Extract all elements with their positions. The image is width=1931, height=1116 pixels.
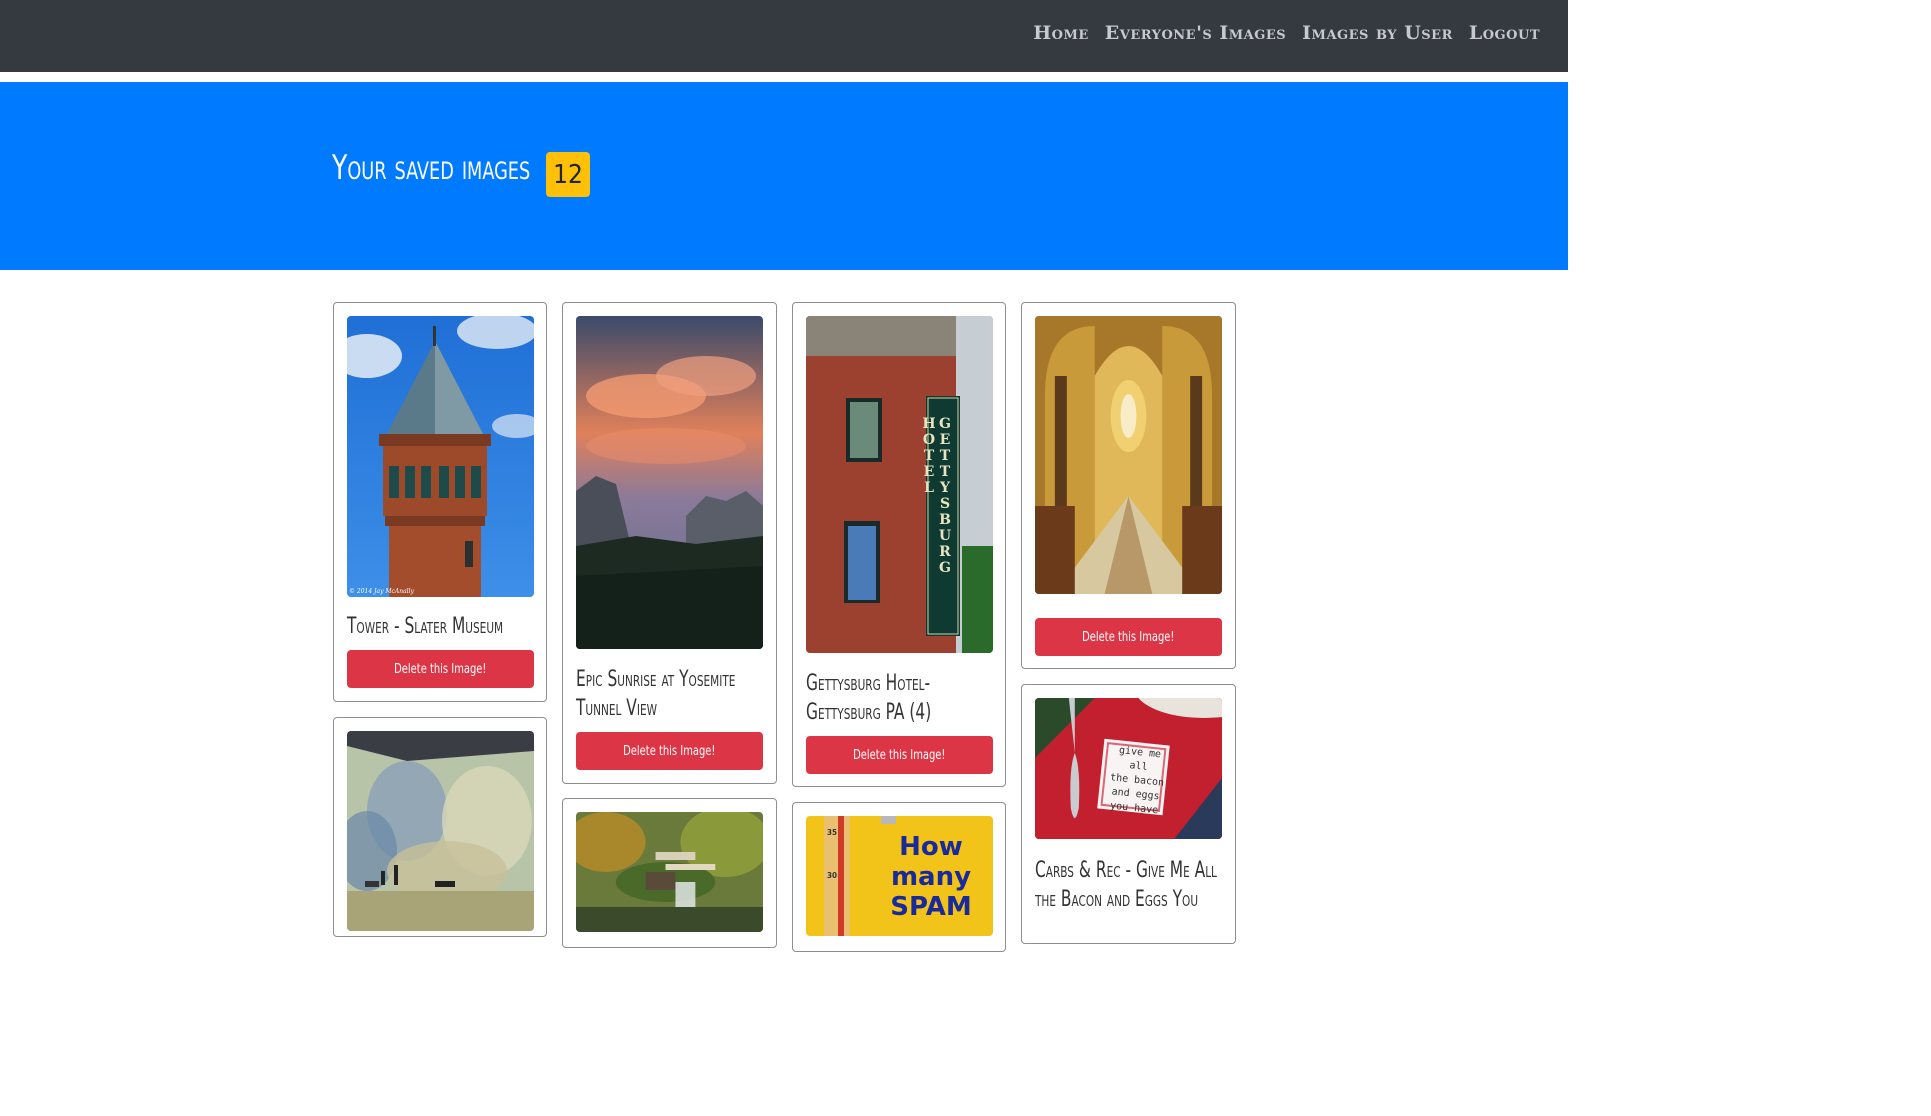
image-card: Delete this Image! [1021, 302, 1236, 669]
hotel-sign-text: GETTYSBURG HOTEL [921, 416, 953, 576]
image-card: 35 30 How many SPAM [792, 802, 1006, 952]
card-title: Tower - Slater Museum [347, 614, 504, 639]
page-header-banner [0, 82, 1568, 270]
image-card [333, 717, 547, 937]
image-card: Epic Sunrise at Yosemite Tunnel View Del… [562, 302, 777, 784]
card-image[interactable] [576, 812, 763, 932]
card-image[interactable] [347, 731, 534, 931]
card-title: Epic Sunrise at Yosemite Tunnel View [576, 667, 736, 721]
delete-image-button[interactable]: Delete this Image! [1035, 618, 1222, 656]
card-image[interactable]: 35 30 How many SPAM [806, 816, 993, 936]
ruler-mark: 30 [827, 871, 838, 880]
card-image[interactable] [576, 316, 763, 649]
image-watermark: © 2014 Jay McAnally [349, 588, 414, 595]
note-text: give me all the bacon and eggs you have [1109, 744, 1165, 817]
ruler-mark: 35 [827, 828, 838, 837]
nav-everyones-images-link[interactable]: Everyone's Images [1105, 22, 1286, 44]
delete-image-button[interactable]: Delete this Image! [806, 736, 993, 774]
delete-image-button[interactable]: Delete this Image! [576, 732, 763, 770]
nav-links: Home Everyone's Images Images by User Lo… [1033, 22, 1540, 44]
image-card: GETTYSBURG HOTEL Gettysburg Hotel- Getty… [792, 302, 1006, 787]
card-image[interactable]: give me all the bacon and eggs you have [1035, 698, 1222, 839]
card-title: Carbs & Rec - Give Me All the Bacon and … [1035, 858, 1217, 912]
poster-text: How many SPAM [890, 832, 972, 922]
card-title: Gettysburg Hotel- Gettysburg PA (4) [806, 671, 932, 725]
image-card: give me all the bacon and eggs you have … [1021, 684, 1236, 944]
delete-image-button[interactable]: Delete this Image! [347, 650, 534, 688]
top-navbar: Home Everyone's Images Images by User Lo… [0, 0, 1568, 72]
image-card: © 2014 Jay McAnally Tower - Slater Museu… [333, 302, 547, 702]
nav-images-by-user-link[interactable]: Images by User [1302, 22, 1453, 44]
card-image[interactable]: © 2014 Jay McAnally [347, 316, 534, 597]
image-card [562, 798, 777, 948]
page-title-text: Your saved images [332, 148, 531, 188]
nav-home-link[interactable]: Home [1033, 22, 1089, 44]
saved-count-badge: 12 [546, 152, 590, 197]
nav-logout-link[interactable]: Logout [1469, 22, 1540, 44]
card-image[interactable]: GETTYSBURG HOTEL [806, 316, 993, 653]
card-image[interactable] [1035, 316, 1222, 594]
page-title: Your saved images 12 [332, 148, 590, 197]
